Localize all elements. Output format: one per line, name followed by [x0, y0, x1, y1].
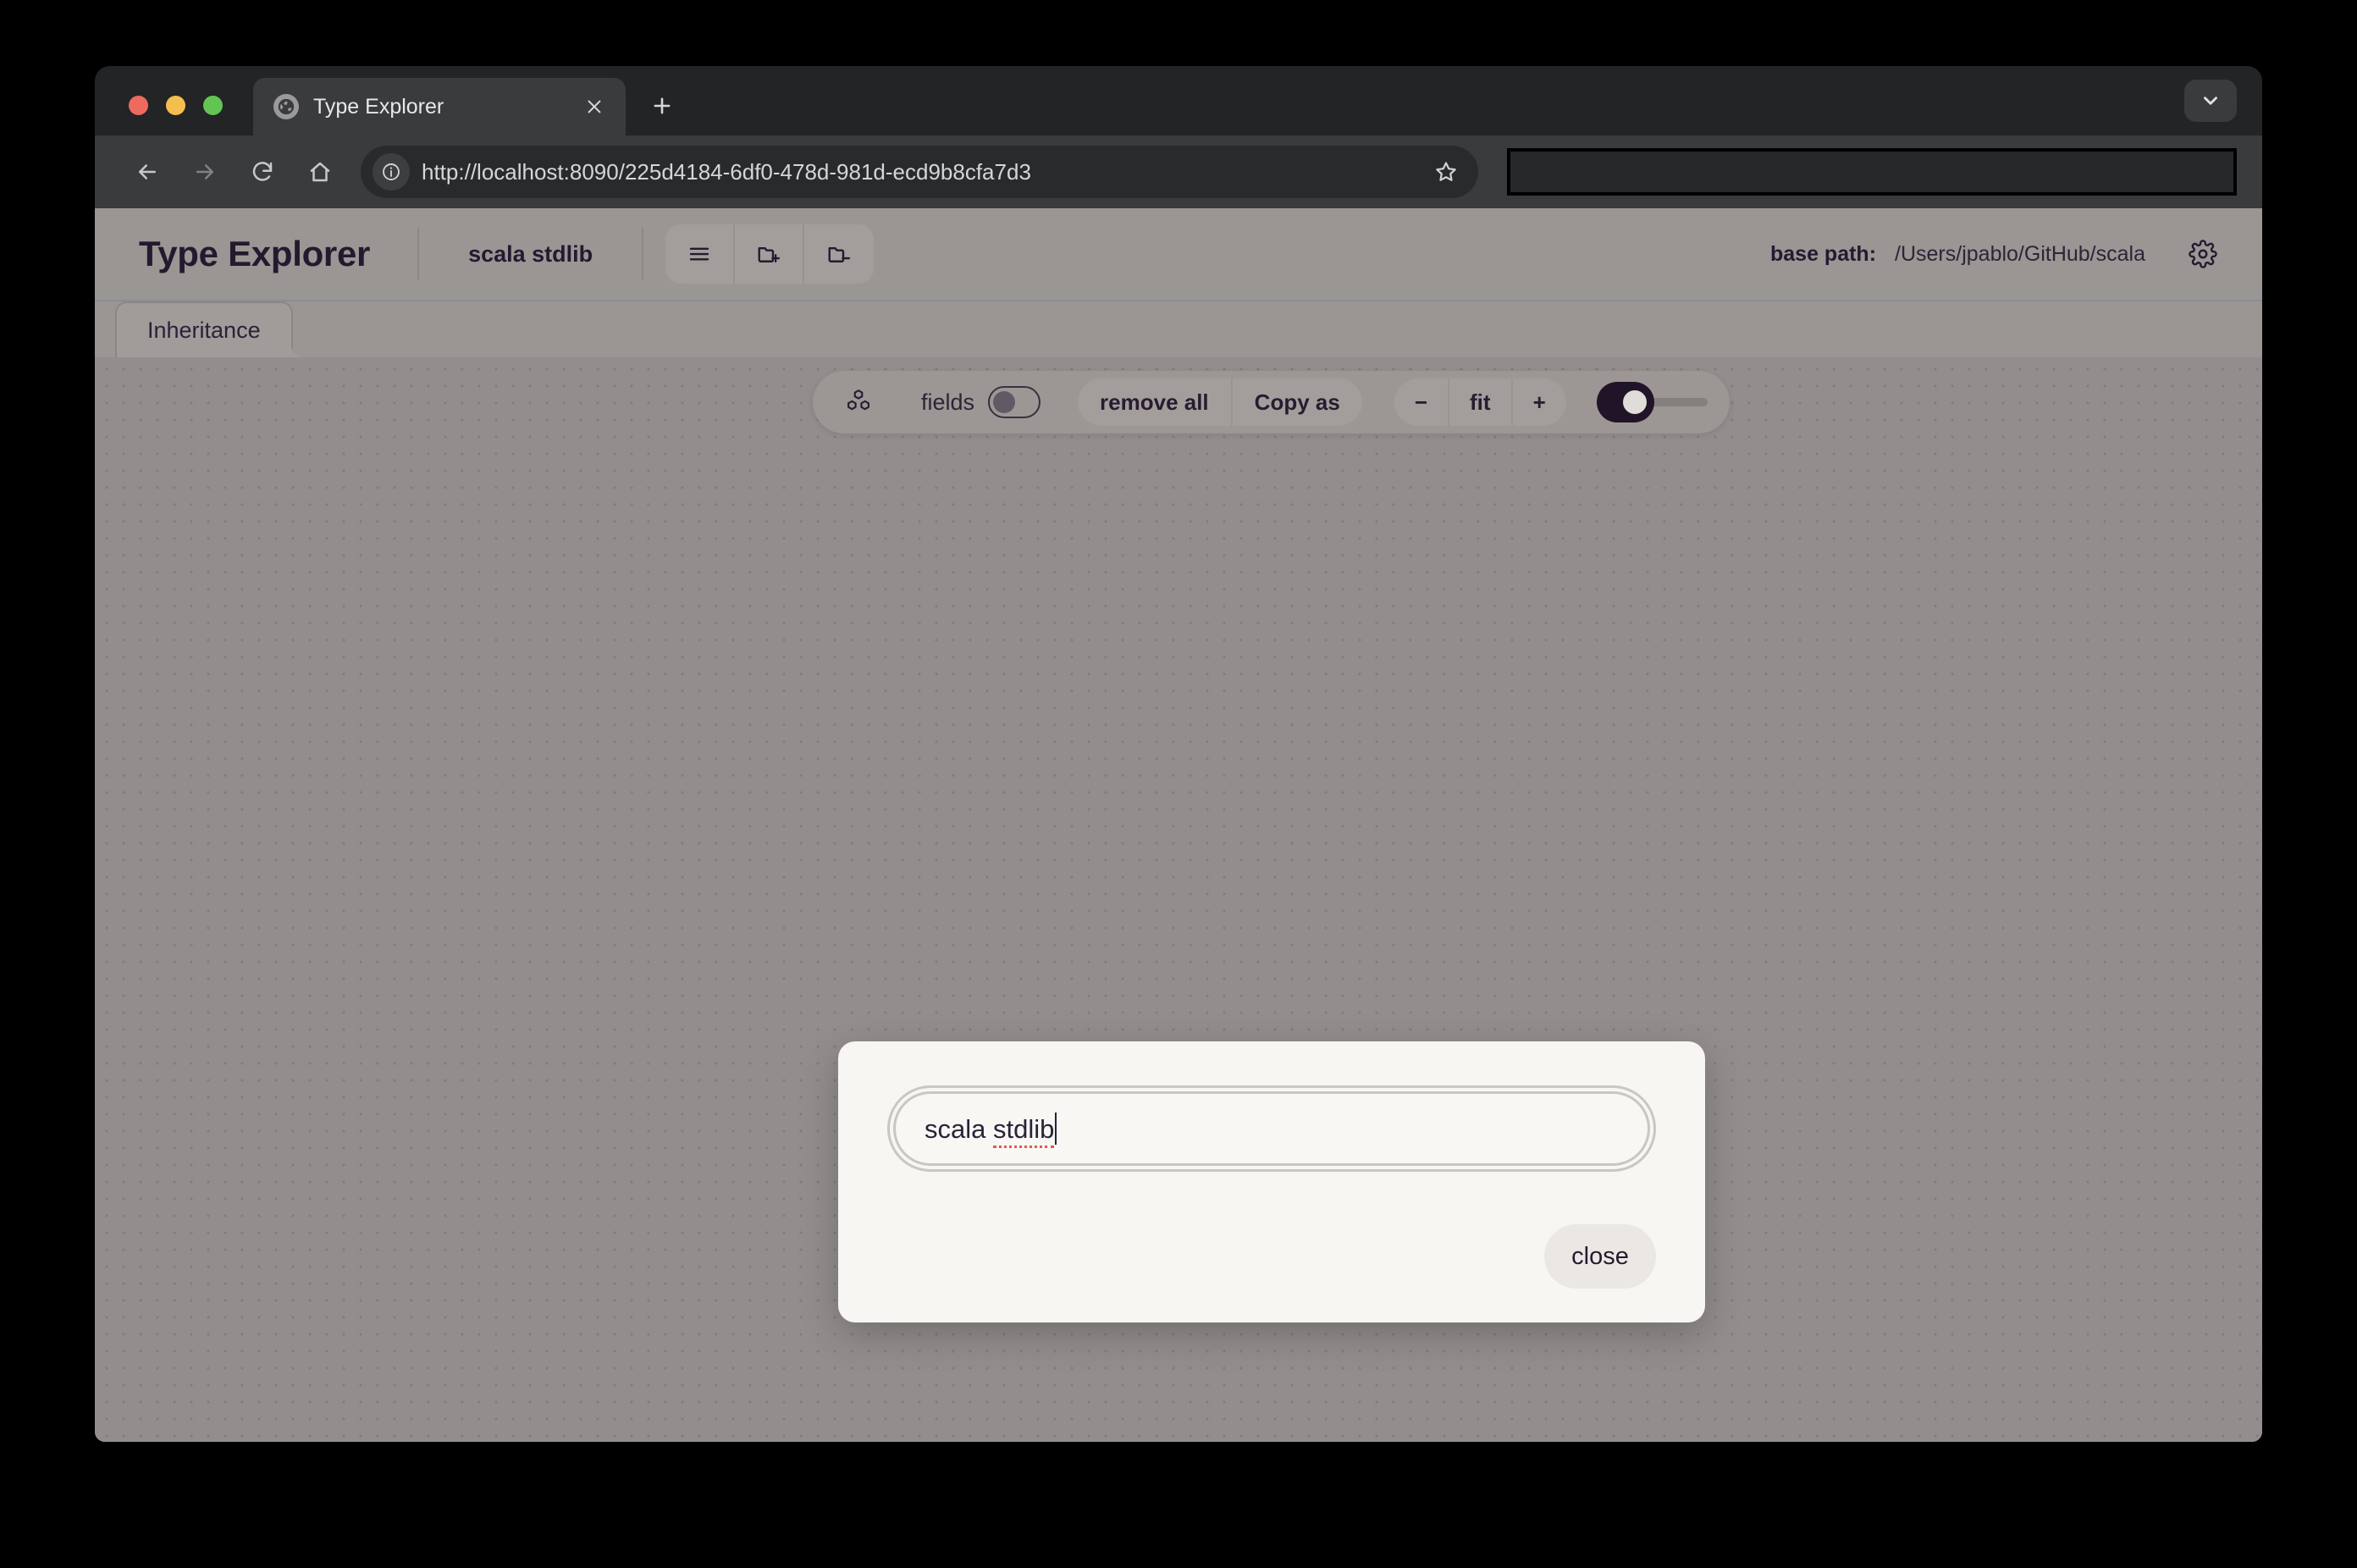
close-window-button[interactable] — [129, 96, 148, 115]
graph-canvas[interactable]: fields remove all Copy as − fit + — [95, 357, 2262, 1442]
url-text: http://localhost:8090/225d4184-6df0-478d… — [422, 159, 1410, 185]
tab-notch — [291, 339, 310, 357]
maximize-window-button[interactable] — [203, 96, 223, 115]
app-viewport: Type Explorer scala stdlib — [95, 208, 2262, 1442]
page-title: Type Explorer — [139, 234, 417, 274]
new-tab-button[interactable] — [638, 81, 687, 130]
chevron-down-icon[interactable] — [2184, 80, 2237, 122]
close-icon[interactable] — [580, 92, 609, 121]
base-path-value: /Users/jpablo/GitHub/scala — [1895, 242, 2145, 267]
browser-window: Type Explorer — [95, 66, 2262, 1442]
reload-button[interactable] — [234, 143, 291, 201]
browser-tab-strip: Type Explorer — [95, 66, 2262, 135]
browser-tab-title: Type Explorer — [313, 95, 566, 119]
info-circle-icon[interactable] — [373, 153, 410, 190]
gear-icon[interactable] — [2181, 232, 2225, 276]
project-name-input-ring: scala stdlib — [887, 1085, 1656, 1172]
project-name[interactable]: scala stdlib — [419, 241, 642, 268]
dialog-actions: close — [887, 1224, 1656, 1289]
browser-extensions-area[interactable] — [1507, 148, 2237, 196]
back-button[interactable] — [119, 143, 176, 201]
text-caret — [1055, 1113, 1057, 1145]
input-text-plain: scala — [925, 1114, 993, 1144]
input-text-misspelled: stdlib — [993, 1114, 1054, 1148]
app-tab-bar: Inheritance — [95, 301, 2262, 357]
browser-nav-bar: http://localhost:8090/225d4184-6df0-478d… — [95, 135, 2262, 208]
tab-inheritance[interactable]: Inheritance — [115, 301, 293, 357]
project-name-input-text: scala stdlib — [925, 1113, 1057, 1145]
minimize-window-button[interactable] — [166, 96, 185, 115]
app-tab-label: Inheritance — [147, 317, 261, 344]
header-button-group — [665, 224, 874, 284]
close-button[interactable]: close — [1544, 1224, 1656, 1289]
rename-project-dialog: scala stdlib close — [838, 1041, 1705, 1322]
app-header: Type Explorer scala stdlib — [95, 208, 2262, 301]
url-bar[interactable]: http://localhost:8090/225d4184-6df0-478d… — [361, 146, 1478, 198]
folder-plus-icon[interactable] — [735, 224, 804, 284]
header-divider-2 — [642, 228, 643, 280]
folder-minus-icon[interactable] — [804, 224, 874, 284]
globe-icon — [273, 94, 299, 119]
base-path-label: base path: — [1770, 242, 1876, 267]
star-icon[interactable] — [1422, 148, 1470, 196]
home-button[interactable] — [291, 143, 349, 201]
hamburger-menu-icon[interactable] — [665, 224, 735, 284]
project-name-input[interactable]: scala stdlib — [893, 1091, 1650, 1166]
window-traffic-lights — [95, 96, 223, 135]
header-right: base path: /Users/jpablo/GitHub/scala — [1770, 232, 2262, 276]
forward-button[interactable] — [176, 143, 234, 201]
browser-tab[interactable]: Type Explorer — [253, 78, 626, 135]
